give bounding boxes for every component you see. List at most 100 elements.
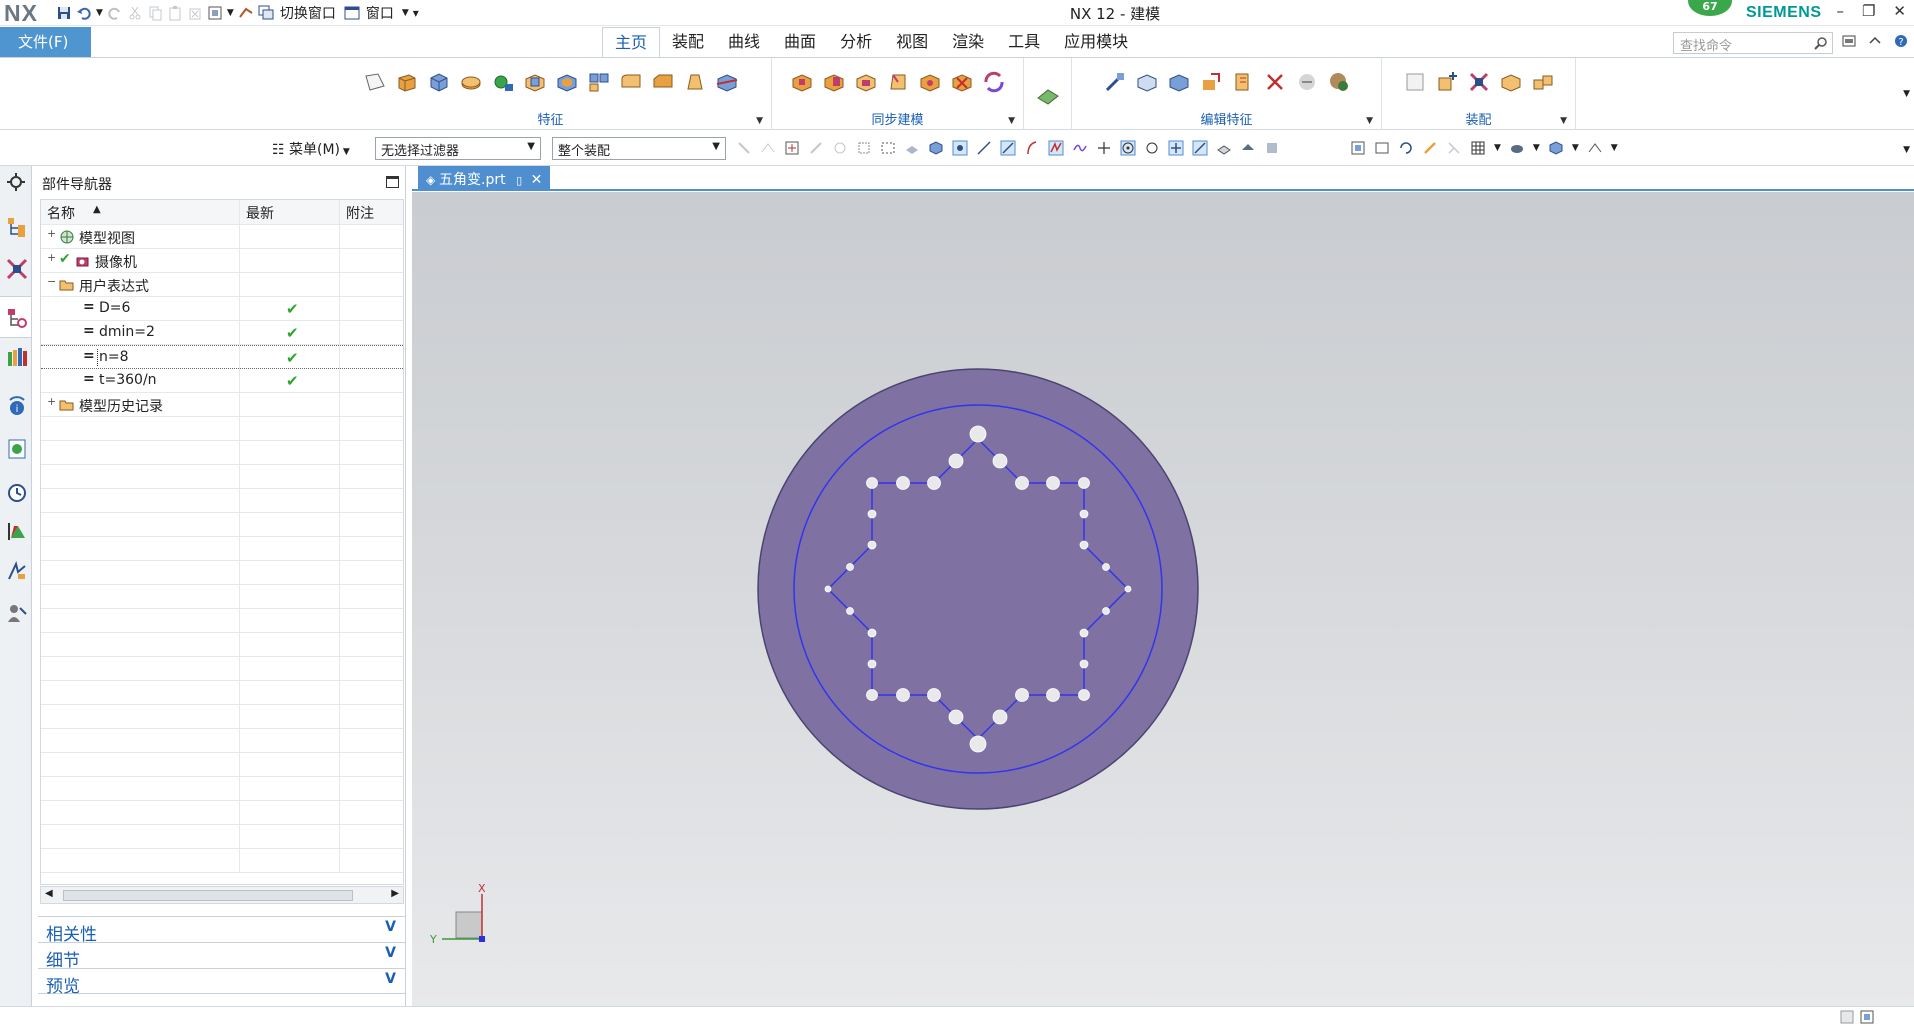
hole-feature[interactable] (867, 509, 877, 519)
constraint-navigator-icon[interactable] (6, 258, 28, 280)
select-solid-icon[interactable] (928, 140, 944, 156)
assembly-constraints-icon[interactable] (1467, 70, 1491, 94)
hole-feature[interactable] (927, 688, 941, 702)
hole-feature[interactable] (846, 607, 854, 615)
roles-icon[interactable] (6, 602, 28, 624)
expand-icon[interactable]: + (47, 228, 56, 239)
navigator-horizontal-scrollbar[interactable]: ◀ ▶ (40, 886, 404, 904)
move-component-icon[interactable] (1499, 70, 1523, 94)
section-preview[interactable]: 预览 V (38, 968, 406, 997)
chamfer-icon[interactable] (651, 70, 675, 94)
hole-feature[interactable] (896, 688, 910, 702)
hole-feature[interactable] (1046, 476, 1060, 490)
surface-icon[interactable] (1036, 82, 1060, 106)
hole-feature[interactable] (969, 425, 987, 443)
search-icon[interactable] (1814, 36, 1828, 50)
hole-feature[interactable] (1046, 688, 1060, 702)
edit-feature-group-dropdown-icon[interactable]: ▼ (1366, 116, 1373, 126)
add-component-icon[interactable] (1435, 70, 1459, 94)
tab-analysis[interactable]: 分析 (828, 27, 884, 57)
scroll-left-icon[interactable]: ◀ (45, 888, 53, 899)
select-faces-icon[interactable] (904, 140, 920, 156)
reorder-feature-icon[interactable] (1199, 70, 1223, 94)
update-feature-icon[interactable] (1327, 70, 1351, 94)
tree-node-cameras[interactable]: + ✔ 摄像机 (41, 249, 403, 273)
scrollbar-thumb[interactable] (63, 890, 353, 901)
assembly-group-dropdown-icon[interactable]: ▼ (1560, 116, 1567, 126)
remove-parameters-icon[interactable] (1295, 70, 1319, 94)
column-header-note[interactable]: 附注 (346, 203, 374, 223)
mid-point-icon[interactable] (1000, 140, 1016, 156)
tab-curve[interactable]: 曲线 (716, 27, 772, 57)
replace-face-icon[interactable] (886, 70, 910, 94)
replace-feature-icon[interactable] (1231, 70, 1255, 94)
column-header-latest[interactable]: 最新 (240, 200, 340, 224)
hole-feature[interactable] (846, 563, 854, 571)
selection-scope-select[interactable]: 整个装配 ▼ (552, 137, 726, 160)
scroll-right-icon[interactable]: ▶ (391, 888, 399, 899)
tab-view[interactable]: 视图 (884, 27, 940, 57)
hole-feature[interactable] (1102, 563, 1110, 571)
hole-feature[interactable] (1079, 659, 1089, 669)
feature-dimension-icon[interactable] (1103, 70, 1127, 94)
pin-tab-icon[interactable]: ▯ (516, 174, 522, 187)
render-style-dropdown-icon[interactable]: ▼ (1533, 143, 1540, 153)
hole-feature[interactable] (927, 476, 941, 490)
draft-icon[interactable] (683, 70, 707, 94)
revolve-icon[interactable] (459, 70, 483, 94)
sync-group-dropdown-icon[interactable]: ▼ (1008, 116, 1015, 126)
part-navigator-tab-active[interactable] (0, 296, 31, 338)
assembly-component-icon[interactable] (1403, 70, 1427, 94)
arc-center-icon[interactable] (1120, 140, 1136, 156)
hole-icon[interactable] (491, 70, 515, 94)
minimize-icon[interactable]: – (1836, 2, 1844, 20)
hole-feature[interactable] (866, 477, 878, 489)
tab-part-file[interactable]: ◈ 五角变.prt ▯ ✕ (418, 166, 551, 190)
system-materials-icon[interactable] (6, 520, 28, 542)
block-icon[interactable] (427, 70, 451, 94)
command-search-input[interactable]: 查找命令 (1673, 32, 1833, 54)
hole-feature[interactable] (1102, 607, 1110, 615)
hole-feature[interactable] (867, 659, 877, 669)
pattern-component-icon[interactable] (1531, 70, 1555, 94)
features-group-dropdown-icon[interactable]: ▼ (756, 116, 763, 126)
select-features-icon[interactable] (808, 140, 824, 156)
toolbar-overflow-icon[interactable]: ▼ (1903, 145, 1910, 155)
point-on-face-icon[interactable] (1216, 140, 1232, 156)
ribbon-overflow-icon[interactable]: ▼ (1903, 89, 1910, 99)
full-screen-icon[interactable] (1860, 1010, 1874, 1024)
background-icon[interactable] (1548, 140, 1564, 156)
collapse-icon[interactable]: − (47, 276, 56, 287)
reuse-library-icon[interactable] (6, 346, 28, 368)
file-menu-button[interactable]: 文件(F) (0, 27, 91, 57)
edit-section-dropdown-icon[interactable]: ▼ (1611, 143, 1618, 153)
select-bodies-icon[interactable] (856, 140, 872, 156)
zoom-icon[interactable] (1374, 140, 1390, 156)
hole-feature[interactable] (992, 453, 1008, 469)
history-icon[interactable] (6, 482, 28, 504)
edit-parameters-icon[interactable] (1135, 70, 1159, 94)
quadrant-point-icon[interactable] (1144, 140, 1160, 156)
fit-view-icon[interactable] (1350, 140, 1366, 156)
hole-feature[interactable] (1079, 540, 1089, 550)
tab-tools[interactable]: 工具 (996, 27, 1052, 57)
hole-feature[interactable] (1015, 688, 1029, 702)
perspective-icon[interactable] (1446, 140, 1462, 156)
hole-feature[interactable] (992, 709, 1008, 725)
shell-icon[interactable] (555, 70, 579, 94)
restore-icon[interactable]: ❐ (1862, 2, 1875, 20)
tab-render[interactable]: 渲染 (940, 27, 996, 57)
end-point-icon[interactable] (976, 140, 992, 156)
tree-node-expression-t[interactable]: = t=360/n ✔ (41, 369, 403, 393)
extrude-icon[interactable] (395, 70, 419, 94)
hole-feature[interactable] (969, 735, 987, 753)
close-tab-icon[interactable]: ✕ (531, 172, 543, 188)
tab-applications[interactable]: 应用模块 (1052, 27, 1140, 57)
hole-feature[interactable] (1078, 477, 1090, 489)
tab-home[interactable]: 主页 (602, 27, 661, 58)
sync-more-icon[interactable] (982, 70, 1006, 94)
select-components-icon[interactable] (832, 140, 848, 156)
expand-icon[interactable]: + (47, 396, 56, 407)
process-studio-icon[interactable] (6, 560, 28, 582)
tree-node-expression-dmin[interactable]: = dmin=2 ✔ (41, 321, 403, 345)
